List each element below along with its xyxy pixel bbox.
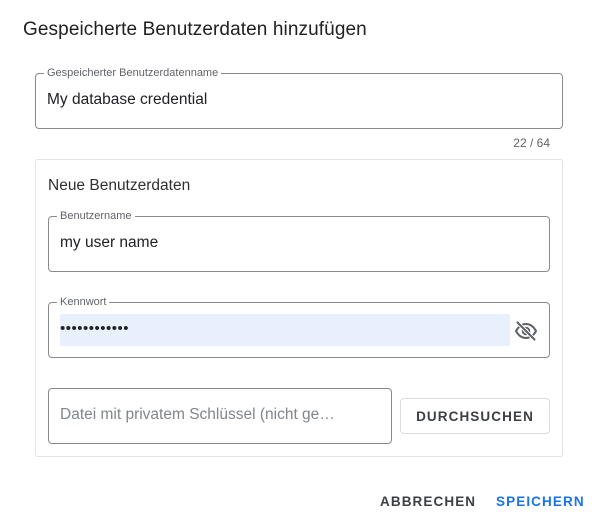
dialog-title: Gespeicherte Benutzerdaten hinzufügen [23,19,367,40]
cancel-button[interactable]: ABBRECHEN [380,490,476,514]
private-key-field[interactable]: Datei mit privatem Schlüssel (nicht ge… [48,388,392,444]
credential-name-label: Gespeicherter Benutzerdatenname [44,66,222,80]
username-input[interactable]: my user name [60,234,158,252]
credential-name-input[interactable]: My database credential [47,91,207,109]
password-label: Kennwort [57,295,110,309]
save-button[interactable]: SPEICHERN [496,490,585,514]
username-label: Benutzername [57,209,135,223]
password-field[interactable]: Kennwort •••••••••••• [48,295,550,358]
new-credentials-section: Neue Benutzerdaten Benutzername my user … [35,159,563,457]
password-input[interactable]: •••••••••••• [60,319,129,339]
username-field[interactable]: Benutzername my user name [48,209,550,272]
eye-off-icon-graphic [514,321,538,341]
eye-off-icon[interactable] [514,319,538,343]
browse-button[interactable]: DURCHSUCHEN [400,398,550,434]
private-key-placeholder: Datei mit privatem Schlüssel (nicht ge… [60,406,335,423]
section-title: Neue Benutzerdaten [48,177,191,194]
credential-name-field[interactable]: Gespeicherter Benutzerdatenname My datab… [35,66,563,129]
character-counter: 22 / 64 [513,136,550,150]
